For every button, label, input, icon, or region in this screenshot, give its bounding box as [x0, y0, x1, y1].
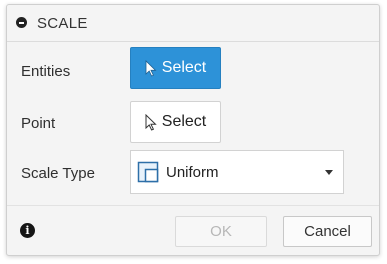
chevron-down-icon[interactable]	[325, 170, 333, 175]
point-label: Point	[21, 115, 56, 132]
entities-select-label: Select	[161, 59, 207, 76]
cursor-arrow-icon	[145, 113, 157, 131]
dialog-title: SCALE	[37, 15, 88, 32]
point-select-button[interactable]: Select	[130, 101, 221, 143]
scale-type-value: Uniform	[166, 163, 219, 181]
point-select-label: Select	[161, 113, 207, 130]
entities-label: Entities	[21, 63, 71, 80]
cancel-button[interactable]: Cancel	[283, 216, 372, 247]
uniform-scale-icon	[137, 161, 159, 183]
scale-dialog: SCALE Entities Select Point Select Scale…	[6, 4, 380, 256]
ok-button[interactable]: OK	[175, 216, 267, 247]
scale-type-label: Scale Type	[21, 165, 95, 182]
cursor-arrow-icon	[145, 59, 157, 77]
info-icon[interactable]: i	[20, 223, 35, 238]
footer-divider	[7, 205, 379, 206]
dialog-header[interactable]: SCALE	[7, 5, 379, 42]
entities-select-button[interactable]: Select	[130, 47, 221, 89]
collapse-icon[interactable]	[16, 17, 27, 28]
scale-type-dropdown[interactable]: Uniform	[130, 150, 344, 194]
